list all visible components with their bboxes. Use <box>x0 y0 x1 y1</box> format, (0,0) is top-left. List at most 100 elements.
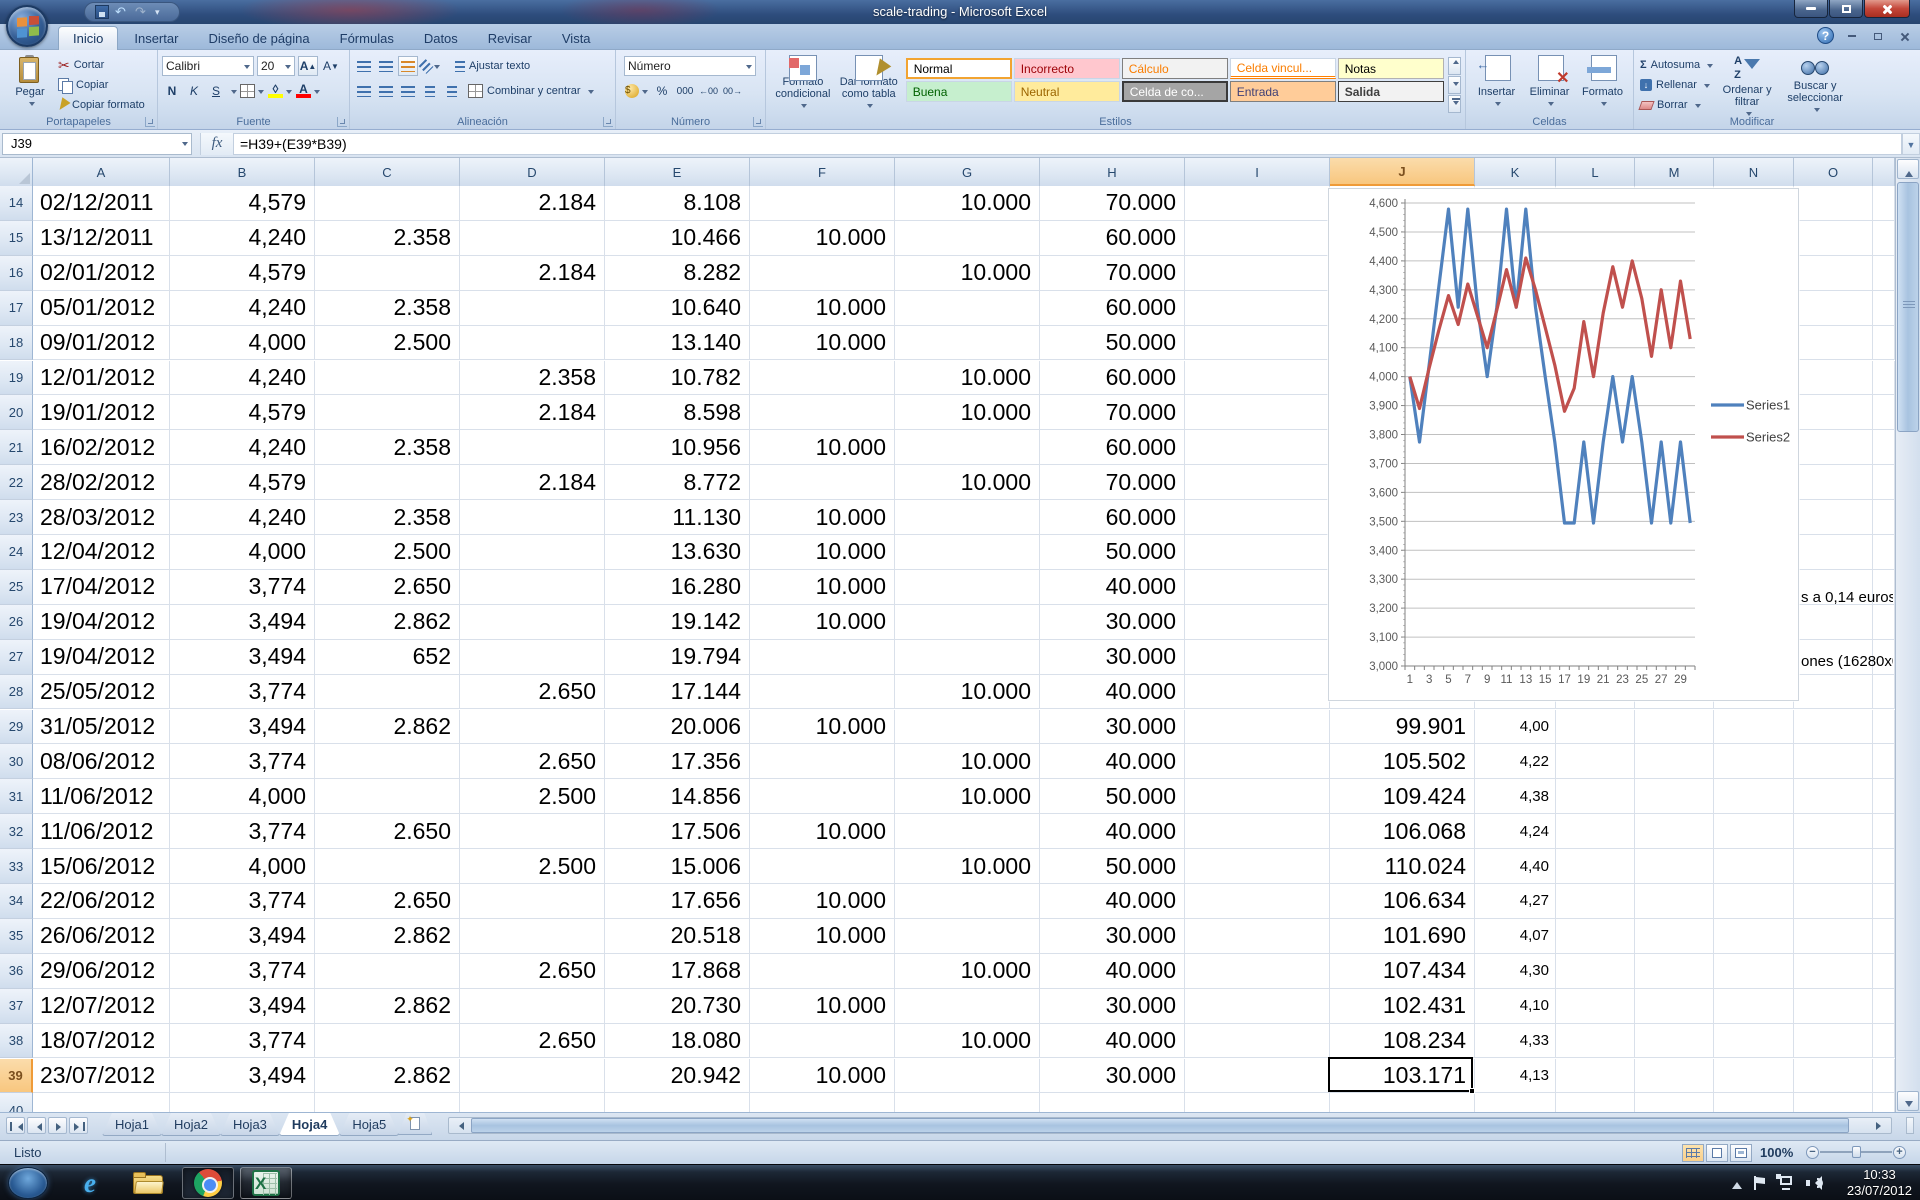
ribbon-tab-dise-o-de-p-gina[interactable]: Diseño de página <box>194 27 323 50</box>
bold-button[interactable]: N <box>162 81 182 101</box>
cell-C27[interactable]: 652 <box>315 640 460 675</box>
cell-G14[interactable]: 10.000 <box>895 186 1040 221</box>
cell-K40[interactable] <box>1475 1093 1556 1112</box>
cell-C22[interactable] <box>315 465 460 500</box>
cell-E16[interactable]: 8.282 <box>605 256 750 291</box>
cell-P31[interactable] <box>1873 779 1895 814</box>
cell-P22[interactable] <box>1873 465 1895 500</box>
row-header-23[interactable]: 23 <box>0 500 33 535</box>
cell-A27[interactable]: 19/04/2012 <box>33 640 170 675</box>
cell-A19[interactable]: 12/01/2012 <box>33 361 170 396</box>
cell-K32[interactable]: 4,24 <box>1475 814 1556 849</box>
cell-F32[interactable]: 10.000 <box>750 814 895 849</box>
row-header-33[interactable]: 33 <box>0 849 33 884</box>
cell-H34[interactable]: 40.000 <box>1040 884 1185 919</box>
cell-P20[interactable] <box>1873 395 1895 430</box>
row-header-19[interactable]: 19 <box>0 361 33 396</box>
cell-F29[interactable]: 10.000 <box>750 710 895 745</box>
font-dialog-launcher-icon[interactable] <box>337 117 347 127</box>
cell-H37[interactable]: 30.000 <box>1040 989 1185 1024</box>
cell-G23[interactable] <box>895 500 1040 535</box>
row-header-35[interactable]: 35 <box>0 919 33 954</box>
cell-O40[interactable] <box>1794 1093 1873 1112</box>
cell-O20[interactable] <box>1794 395 1873 430</box>
cell-C29[interactable]: 2.862 <box>315 710 460 745</box>
cell-I27[interactable] <box>1185 640 1330 675</box>
cell-B16[interactable]: 4,579 <box>170 256 315 291</box>
cell-H32[interactable]: 40.000 <box>1040 814 1185 849</box>
cell-style-celda-de-co[interactable]: Celda de co... <box>1122 81 1228 102</box>
ribbon-tab-insertar[interactable]: Insertar <box>120 27 192 50</box>
autosum-button[interactable]: ΣAutosuma <box>1638 55 1715 75</box>
cell-C18[interactable]: 2.500 <box>315 326 460 361</box>
cell-O26[interactable] <box>1794 605 1873 640</box>
cell-D20[interactable]: 2.184 <box>460 395 605 430</box>
tab-split-handle[interactable] <box>1906 1117 1914 1134</box>
cell-P36[interactable] <box>1873 954 1895 989</box>
workbook-minimize-icon[interactable] <box>1844 29 1860 43</box>
row-header-26[interactable]: 26 <box>0 605 33 640</box>
cell-A20[interactable]: 19/01/2012 <box>33 395 170 430</box>
action-center-flag-icon[interactable] <box>1754 1176 1766 1190</box>
cell-O31[interactable] <box>1794 779 1873 814</box>
cell-G18[interactable] <box>895 326 1040 361</box>
cell-A18[interactable]: 09/01/2012 <box>33 326 170 361</box>
column-header-I[interactable]: I <box>1185 158 1330 186</box>
cell-O24[interactable] <box>1794 535 1873 570</box>
row-header-39[interactable]: 39 <box>0 1059 33 1094</box>
cell-B15[interactable]: 4,240 <box>170 221 315 256</box>
cell-I26[interactable] <box>1185 605 1330 640</box>
cell-C34[interactable]: 2.650 <box>315 884 460 919</box>
cell-G38[interactable]: 10.000 <box>895 1024 1040 1059</box>
cell-E39[interactable]: 20.942 <box>605 1059 750 1094</box>
row-header-17[interactable]: 17 <box>0 291 33 326</box>
cell-N37[interactable] <box>1714 989 1794 1024</box>
cell-P33[interactable] <box>1873 849 1895 884</box>
cell-I23[interactable] <box>1185 500 1330 535</box>
increase-decimal-button[interactable]: ←00 <box>698 81 719 101</box>
cell-H38[interactable]: 40.000 <box>1040 1024 1185 1059</box>
cell-B36[interactable]: 3,774 <box>170 954 315 989</box>
cell-M36[interactable] <box>1635 954 1714 989</box>
cell-O36[interactable] <box>1794 954 1873 989</box>
cell-F14[interactable] <box>750 186 895 221</box>
row-header-34[interactable]: 34 <box>0 884 33 919</box>
scroll-down-icon[interactable] <box>1897 1091 1919 1111</box>
ribbon-tab-inicio[interactable]: Inicio <box>58 26 118 50</box>
cell-E29[interactable]: 20.006 <box>605 710 750 745</box>
cell-G29[interactable] <box>895 710 1040 745</box>
cell-B30[interactable]: 3,774 <box>170 744 315 779</box>
cell-B31[interactable]: 4,000 <box>170 779 315 814</box>
cell-B26[interactable]: 3,494 <box>170 605 315 640</box>
cell-H36[interactable]: 40.000 <box>1040 954 1185 989</box>
cell-P40[interactable] <box>1873 1093 1895 1112</box>
conditional-formatting-button[interactable]: Formato condicional <box>770 53 836 113</box>
cell-E33[interactable]: 15.006 <box>605 849 750 884</box>
cell-G31[interactable]: 10.000 <box>895 779 1040 814</box>
cell-B24[interactable]: 4,000 <box>170 535 315 570</box>
cell-D23[interactable] <box>460 500 605 535</box>
office-button[interactable] <box>6 5 48 47</box>
cell-P38[interactable] <box>1873 1024 1895 1059</box>
cell-I32[interactable] <box>1185 814 1330 849</box>
cell-style-entrada[interactable]: Entrada <box>1230 81 1336 102</box>
sheet-tab-hoja3[interactable]: Hoja3 <box>220 1113 280 1136</box>
sort-filter-button[interactable]: AZ Ordenar y filtrar <box>1715 53 1779 121</box>
taskbar-chrome[interactable] <box>182 1167 234 1199</box>
cell-C37[interactable]: 2.862 <box>315 989 460 1024</box>
find-select-button[interactable]: Buscar y seleccionar <box>1779 53 1851 121</box>
cell-C25[interactable]: 2.650 <box>315 570 460 605</box>
cell-D18[interactable] <box>460 326 605 361</box>
row-header-28[interactable]: 28 <box>0 675 33 710</box>
cell-K33[interactable]: 4,40 <box>1475 849 1556 884</box>
row-header-36[interactable]: 36 <box>0 954 33 989</box>
fill-color-button[interactable]: ◊ <box>267 81 293 101</box>
close-button[interactable] <box>1864 0 1910 18</box>
cell-H18[interactable]: 50.000 <box>1040 326 1185 361</box>
cell-F40[interactable] <box>750 1093 895 1112</box>
cell-B27[interactable]: 3,494 <box>170 640 315 675</box>
cell-E17[interactable]: 10.640 <box>605 291 750 326</box>
cell-A16[interactable]: 02/01/2012 <box>33 256 170 291</box>
cell-I22[interactable] <box>1185 465 1330 500</box>
cell-M33[interactable] <box>1635 849 1714 884</box>
